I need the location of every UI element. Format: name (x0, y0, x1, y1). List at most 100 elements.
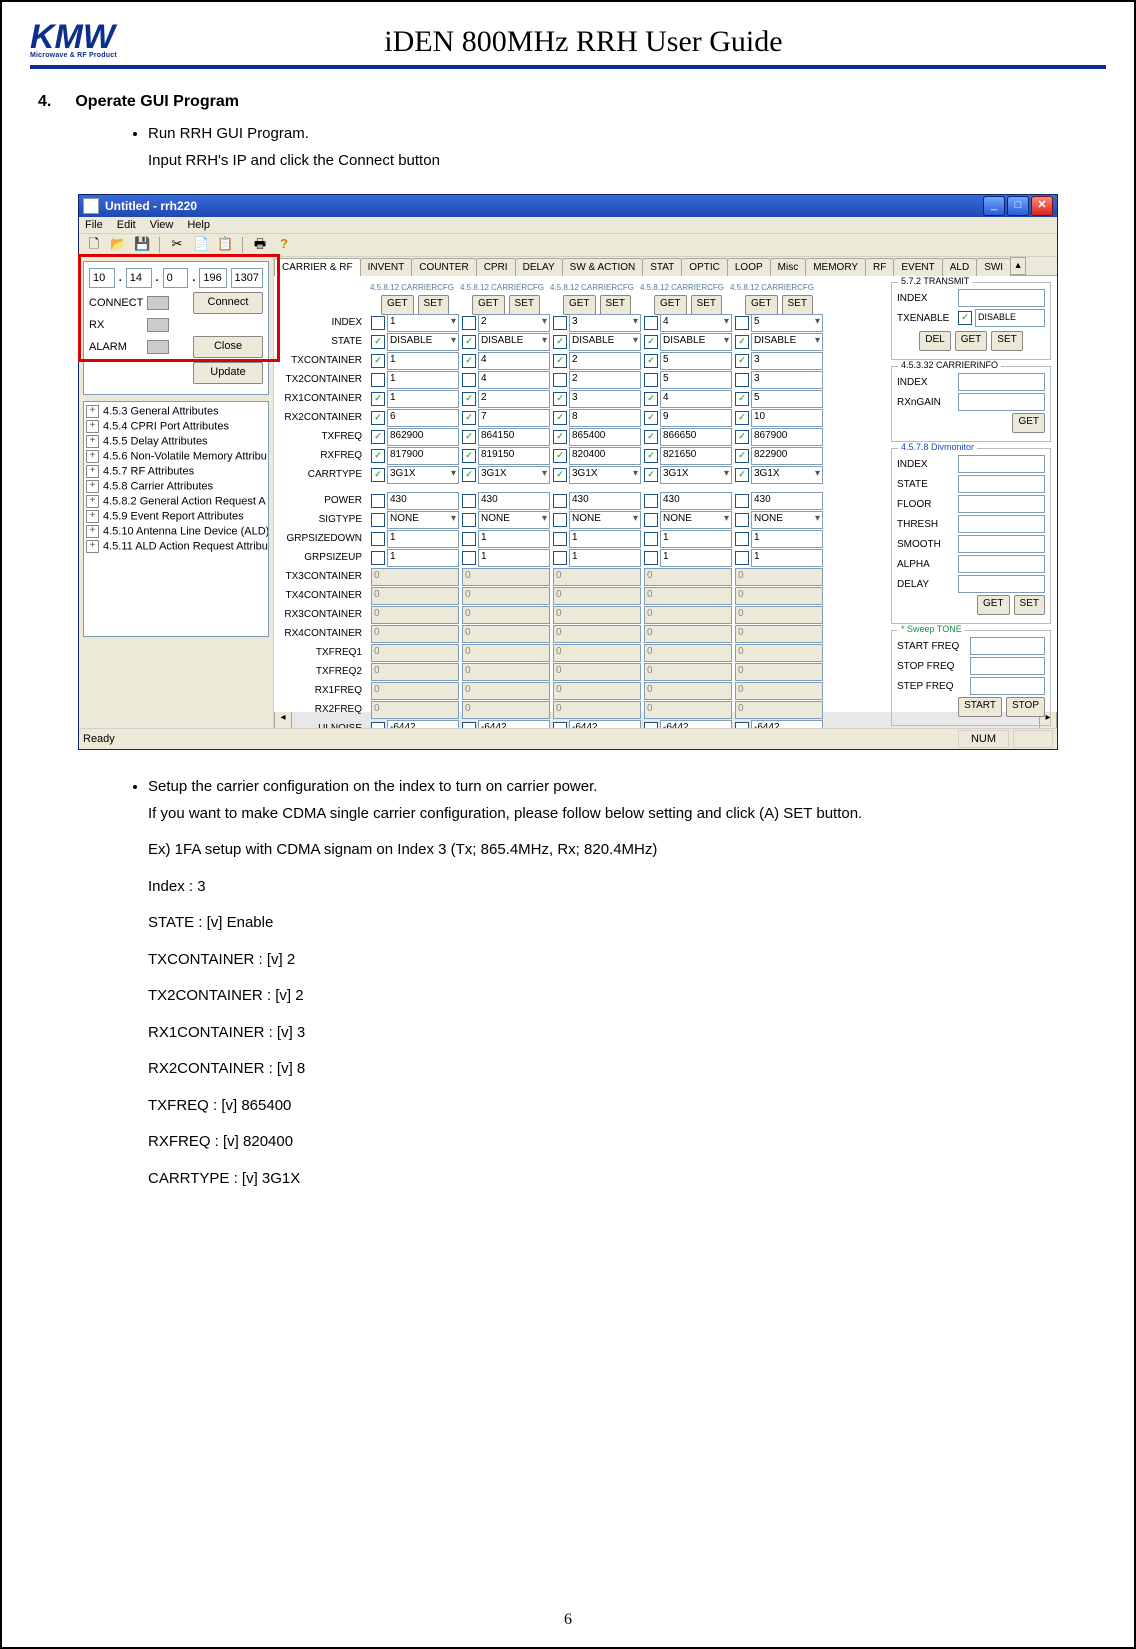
value-input[interactable]: 1 (660, 549, 732, 567)
value-input[interactable]: -6442 (569, 720, 641, 728)
checkbox[interactable] (462, 430, 476, 444)
tree-node[interactable]: +4.5.3 General Attributes (86, 404, 266, 419)
value-input[interactable]: 1 (660, 530, 732, 548)
copy-icon[interactable]: 📄 (192, 236, 210, 254)
tree-node[interactable]: +4.5.5 Delay Attributes (86, 434, 266, 449)
ip-part-4[interactable]: 196 (199, 268, 226, 288)
carrier-get-button[interactable]: GET (654, 295, 687, 315)
tree-node[interactable]: +4.5.8 Carrier Attributes (86, 479, 266, 494)
value-input[interactable]: 10 (751, 409, 823, 427)
checkbox[interactable] (644, 392, 658, 406)
cut-icon[interactable]: ✂ (168, 236, 186, 254)
expand-icon[interactable]: + (86, 450, 99, 463)
checkbox[interactable] (644, 551, 658, 565)
checkbox[interactable] (371, 513, 385, 527)
checkbox[interactable] (644, 430, 658, 444)
tab-swi[interactable]: SWI (976, 258, 1011, 276)
tab-loop[interactable]: LOOP (727, 258, 771, 276)
tree-node[interactable]: +4.5.10 Antenna Line Device (ALD) (86, 524, 266, 539)
checkbox[interactable] (462, 449, 476, 463)
txenable-value[interactable]: DISABLE (975, 309, 1045, 327)
checkbox[interactable] (462, 354, 476, 368)
ip-part-1[interactable]: 10 (89, 268, 115, 288)
tab-optic[interactable]: OPTIC (681, 258, 728, 276)
value-input[interactable]: 1 (751, 549, 823, 567)
tab-counter[interactable]: COUNTER (411, 258, 476, 276)
value-input[interactable]: 864150 (478, 428, 550, 446)
ip-part-2[interactable]: 14 (126, 268, 152, 288)
value-input[interactable]: 820400 (569, 447, 641, 465)
tab-rf[interactable]: RF (865, 258, 894, 276)
value-input[interactable]: 1 (387, 314, 459, 332)
checkbox[interactable] (371, 354, 385, 368)
checkbox[interactable] (553, 354, 567, 368)
close-button[interactable]: Close (193, 336, 263, 358)
value-input[interactable]: 3 (569, 314, 641, 332)
value-input[interactable]: 430 (569, 492, 641, 510)
value-input[interactable]: 4 (660, 314, 732, 332)
value-input[interactable]: NONE (478, 511, 550, 529)
transmit-del-button[interactable]: DEL (919, 331, 950, 351)
checkbox[interactable] (371, 494, 385, 508)
value-input[interactable]: 1 (387, 371, 459, 389)
value-input[interactable]: 3 (751, 352, 823, 370)
value-input[interactable]: 4 (478, 352, 550, 370)
checkbox[interactable] (644, 449, 658, 463)
checkbox[interactable] (735, 373, 749, 387)
checkbox[interactable] (644, 373, 658, 387)
value-input[interactable]: NONE (569, 511, 641, 529)
checkbox[interactable] (371, 316, 385, 330)
divmonitor-input[interactable] (958, 455, 1045, 473)
value-input[interactable]: 867900 (751, 428, 823, 446)
expand-icon[interactable]: + (86, 525, 99, 538)
divmonitor-input[interactable] (958, 475, 1045, 493)
value-input[interactable]: 4 (478, 371, 550, 389)
value-input[interactable]: 5 (751, 390, 823, 408)
checkbox[interactable] (735, 392, 749, 406)
checkbox[interactable] (735, 449, 749, 463)
value-input[interactable]: 5 (660, 371, 732, 389)
checkbox[interactable] (553, 316, 567, 330)
value-input[interactable]: 2 (478, 390, 550, 408)
txenable-checkbox[interactable] (958, 311, 972, 325)
checkbox[interactable] (735, 316, 749, 330)
tab-memory[interactable]: MEMORY (805, 258, 866, 276)
checkbox[interactable] (371, 532, 385, 546)
value-input[interactable]: -6442 (387, 720, 459, 728)
attribute-tree[interactable]: +4.5.3 General Attributes+4.5.4 CPRI Por… (83, 401, 269, 637)
checkbox[interactable] (644, 316, 658, 330)
print-icon[interactable]: 🖶 (251, 236, 269, 254)
value-input[interactable]: 1 (569, 549, 641, 567)
expand-icon[interactable]: + (86, 435, 99, 448)
checkbox[interactable] (553, 373, 567, 387)
checkbox[interactable] (644, 335, 658, 349)
expand-icon[interactable]: + (86, 405, 99, 418)
expand-icon[interactable]: + (86, 510, 99, 523)
checkbox[interactable] (462, 551, 476, 565)
checkbox[interactable] (371, 392, 385, 406)
port-input[interactable]: 1307 (231, 268, 263, 288)
carrier-set-button[interactable]: SET (782, 295, 813, 315)
tab-carrier-rf[interactable]: CARRIER & RF (274, 258, 361, 276)
value-input[interactable]: 862900 (387, 428, 459, 446)
checkbox[interactable] (735, 551, 749, 565)
checkbox[interactable] (553, 551, 567, 565)
tree-node[interactable]: +4.5.8.2 General Action Request A (86, 494, 266, 509)
checkbox[interactable] (644, 411, 658, 425)
checkbox[interactable] (371, 335, 385, 349)
value-input[interactable]: 4 (660, 390, 732, 408)
value-input[interactable]: 8 (569, 409, 641, 427)
value-input[interactable]: DISABLE (660, 333, 732, 351)
tree-node[interactable]: +4.5.6 Non-Volatile Memory Attribu (86, 449, 266, 464)
value-input[interactable]: DISABLE (751, 333, 823, 351)
value-input[interactable]: 2 (569, 371, 641, 389)
tab-stat[interactable]: STAT (642, 258, 682, 276)
tab-event[interactable]: EVENT (893, 258, 942, 276)
checkbox[interactable] (462, 335, 476, 349)
checkbox[interactable] (735, 468, 749, 482)
checkbox[interactable] (644, 468, 658, 482)
menu-view[interactable]: View (150, 219, 174, 231)
value-input[interactable]: 430 (660, 492, 732, 510)
value-input[interactable]: 2 (478, 314, 550, 332)
expand-icon[interactable]: + (86, 480, 99, 493)
